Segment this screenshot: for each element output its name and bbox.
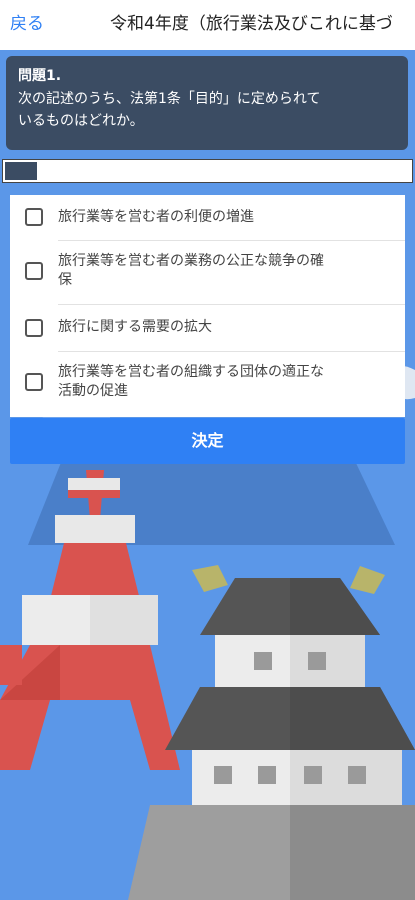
choice-item-3[interactable]: 旅行に関する需要の拡大 [10,305,405,350]
navigation-bar: 戻る 令和4年度（旅行業法及びこれに基づ [0,0,415,50]
submit-button[interactable]: 決定 [10,418,405,464]
question-card: 問題1. 次の記述のうち、法第1条「目的」に定められて いるものはどれか。 [6,56,408,150]
back-button[interactable]: 戻る [10,13,44,35]
page-title: 令和4年度（旅行業法及びこれに基づ [110,14,393,34]
choice-label: 旅行業等を営む者の利便の増進 [58,209,254,225]
checkbox-icon[interactable] [25,262,43,280]
question-text-line1: 次の記述のうち、法第1条「目的」に定められて [18,91,321,107]
choice-item-1[interactable]: 旅行業等を営む者の利便の増進 [10,195,405,240]
question-number: 問題1. [18,68,62,84]
choice-label-line1: 旅行業等を営む者の組織する団体の適正な [58,364,324,380]
choice-item-4[interactable]: 旅行業等を営む者の組織する団体の適正な 活動の促進 [10,352,405,416]
checkbox-icon[interactable] [25,208,43,226]
choice-item-2[interactable]: 旅行業等を営む者の業務の公正な競争の確 保 [10,241,405,303]
checkbox-icon[interactable] [25,319,43,337]
choice-label: 旅行に関する需要の拡大 [58,319,212,335]
choice-label-line2: 活動の促進 [58,383,128,399]
answer-choices: 旅行業等を営む者の利便の増進 旅行業等を営む者の業務の公正な競争の確 保 旅行に… [10,195,405,417]
choice-label-line1: 旅行業等を営む者の業務の公正な競争の確 [58,253,324,269]
progress-fill [5,162,37,180]
checkbox-icon[interactable] [25,373,43,391]
progress-bar [2,159,413,183]
choice-label-line2: 保 [58,272,72,288]
question-text-line2: いるものはどれか。 [18,113,144,129]
